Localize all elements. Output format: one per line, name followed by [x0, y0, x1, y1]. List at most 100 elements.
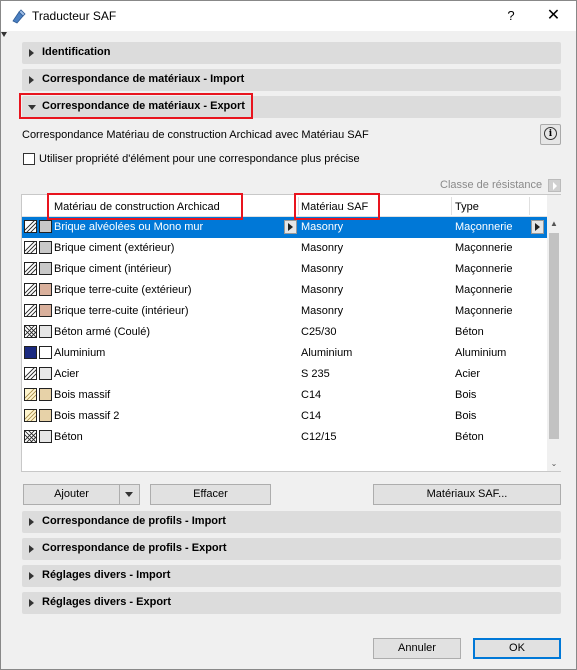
- section-misc-export[interactable]: Réglages divers - Export: [22, 592, 561, 614]
- material-color-swatch: [39, 409, 52, 422]
- scroll-up-icon[interactable]: ▲: [547, 217, 561, 231]
- section-misc-import[interactable]: Réglages divers - Import: [22, 565, 561, 587]
- section-label: Correspondance de profils - Import: [42, 515, 226, 527]
- type-cell: Maçonnerie: [455, 242, 513, 254]
- section-label: Correspondance de profils - Export: [42, 542, 227, 554]
- type-cell: Bois: [455, 389, 477, 401]
- table-row[interactable]: Brique ciment (intérieur) Masonry Maçonner…: [22, 259, 547, 280]
- table-row[interactable]: Bois massif C14 Bois: [22, 385, 547, 406]
- type-picker-arrow-icon[interactable]: [531, 220, 544, 234]
- type-cell: Béton: [455, 326, 484, 338]
- section-profile-import[interactable]: Correspondance de profils - Import: [22, 511, 561, 533]
- material-color-swatch: [39, 241, 52, 254]
- material-color-swatch: [39, 262, 52, 275]
- vertical-scrollbar[interactable]: ▲ ⌄: [547, 195, 561, 471]
- fill-pattern-icon: [24, 430, 37, 443]
- type-cell: Maçonnerie: [455, 284, 513, 296]
- fill-pattern-icon: [24, 367, 37, 380]
- saf-material-cell: S 235: [301, 368, 330, 380]
- scroll-down-icon[interactable]: ⌄: [547, 457, 561, 471]
- fill-pattern-icon: [24, 346, 37, 359]
- fill-pattern-icon: [24, 304, 37, 317]
- info-button[interactable]: i: [540, 124, 561, 145]
- fill-pattern-icon: [24, 241, 37, 254]
- saf-material-cell: Masonry: [301, 305, 344, 317]
- checkbox-label: Utiliser propriété d'élément pour une co…: [39, 153, 360, 165]
- title-bar: Traducteur SAF ? ✕: [1, 1, 576, 31]
- archicad-material-cell: Brique ciment (extérieur): [54, 242, 175, 254]
- section-label: Réglages divers - Export: [42, 596, 171, 608]
- resistance-class-label: Classe de résistance: [440, 179, 543, 191]
- column-divider: [451, 197, 452, 215]
- saf-material-cell: C14: [301, 410, 322, 422]
- expand-arrow-icon: [29, 545, 34, 553]
- saf-material-picker-arrow-icon[interactable]: [284, 220, 297, 234]
- scroll-thumb[interactable]: [549, 233, 559, 439]
- section-label: Réglages divers - Import: [42, 569, 171, 581]
- section-profile-export[interactable]: Correspondance de profils - Export: [22, 538, 561, 560]
- table-row[interactable]: Brique terre-cuite (intérieur) Masonry Maç…: [22, 301, 547, 322]
- material-color-swatch: [39, 283, 52, 296]
- delete-button[interactable]: Effacer: [150, 484, 271, 505]
- add-button[interactable]: Ajouter: [23, 484, 120, 505]
- fill-pattern-icon: [24, 388, 37, 401]
- table-row[interactable]: Aluminium Aluminium Aluminium: [22, 343, 547, 364]
- type-cell: Bois: [455, 410, 477, 422]
- section-label: Identification: [42, 46, 111, 58]
- table-row[interactable]: Bois massif 2 C14 Bois: [22, 406, 547, 427]
- type-cell: Aluminium: [455, 347, 507, 359]
- saf-material-cell: Aluminium: [301, 347, 353, 359]
- archicad-material-cell: Acier: [54, 368, 80, 380]
- expand-arrow-icon: [29, 572, 34, 580]
- material-color-swatch: [39, 325, 52, 338]
- element-property-checkbox[interactable]: [23, 153, 35, 165]
- archicad-material-cell: Bois massif: [54, 389, 111, 401]
- info-icon: i: [544, 127, 557, 140]
- section-identification[interactable]: Identification: [22, 42, 561, 64]
- table-row[interactable]: Béton C12/15 Béton: [22, 427, 547, 448]
- fill-pattern-icon: [24, 325, 37, 338]
- table-row[interactable]: Brique terre-cuite (extérieur) Masonry Maç…: [22, 280, 547, 301]
- export-description: Correspondance Matériau de construction …: [22, 129, 369, 141]
- cancel-button[interactable]: Annuler: [373, 638, 461, 659]
- expand-arrow-icon: [29, 49, 34, 57]
- column-type[interactable]: Type: [455, 201, 479, 213]
- archicad-material-cell: Bois massif 2: [54, 410, 120, 422]
- ok-button[interactable]: OK: [473, 638, 561, 659]
- highlight-box: [47, 193, 243, 220]
- type-cell: Acier: [455, 368, 481, 380]
- archicad-material-cell: Béton: [54, 431, 83, 443]
- dialog-window: Traducteur SAF ? ✕ Identification Corres…: [0, 0, 577, 670]
- close-button[interactable]: ✕: [531, 1, 576, 31]
- table-row[interactable]: Brique ciment (extérieur) Masonry Maçonner…: [22, 238, 547, 259]
- saf-material-cell: Masonry: [301, 284, 344, 296]
- material-color-swatch: [39, 346, 52, 359]
- archicad-material-cell: Brique terre-cuite (extérieur): [54, 284, 192, 296]
- section-material-import[interactable]: Correspondance de matériaux - Import: [22, 69, 561, 91]
- expand-arrow-icon: [29, 599, 34, 607]
- type-cell: Maçonnerie: [455, 263, 513, 275]
- material-color-swatch: [39, 367, 52, 380]
- help-button[interactable]: ?: [494, 1, 528, 31]
- saf-materials-button[interactable]: Matériaux SAF...: [373, 484, 561, 505]
- window-title: Traducteur SAF: [32, 9, 117, 23]
- material-color-swatch: [39, 430, 52, 443]
- saf-material-cell: C25/30: [301, 326, 337, 338]
- resistance-class-button[interactable]: [548, 179, 561, 192]
- saf-material-cell: C14: [301, 389, 322, 401]
- table-row[interactable]: Béton armé (Coulé) C25/30 Béton: [22, 322, 547, 343]
- resize-marker-icon: [1, 32, 7, 37]
- fill-pattern-icon: [24, 220, 37, 233]
- table-row[interactable]: Brique alvéolées ou Mono mur Masonry Maçon…: [22, 217, 547, 238]
- table-row[interactable]: Acier S 235 Acier: [22, 364, 547, 385]
- add-dropdown-button[interactable]: [119, 484, 140, 505]
- highlight-box: [294, 193, 380, 220]
- archicad-material-cell: Brique alvéolées ou Mono mur: [54, 221, 204, 233]
- saf-material-cell: Masonry: [301, 242, 344, 254]
- archicad-material-cell: Brique terre-cuite (intérieur): [54, 305, 189, 317]
- material-table: Matériau de construction Archicad Matéri…: [21, 194, 561, 472]
- saf-material-cell: C12/15: [301, 431, 337, 443]
- fill-pattern-icon: [24, 409, 37, 422]
- type-cell: Maçonnerie: [455, 221, 513, 233]
- highlight-box: [19, 93, 253, 119]
